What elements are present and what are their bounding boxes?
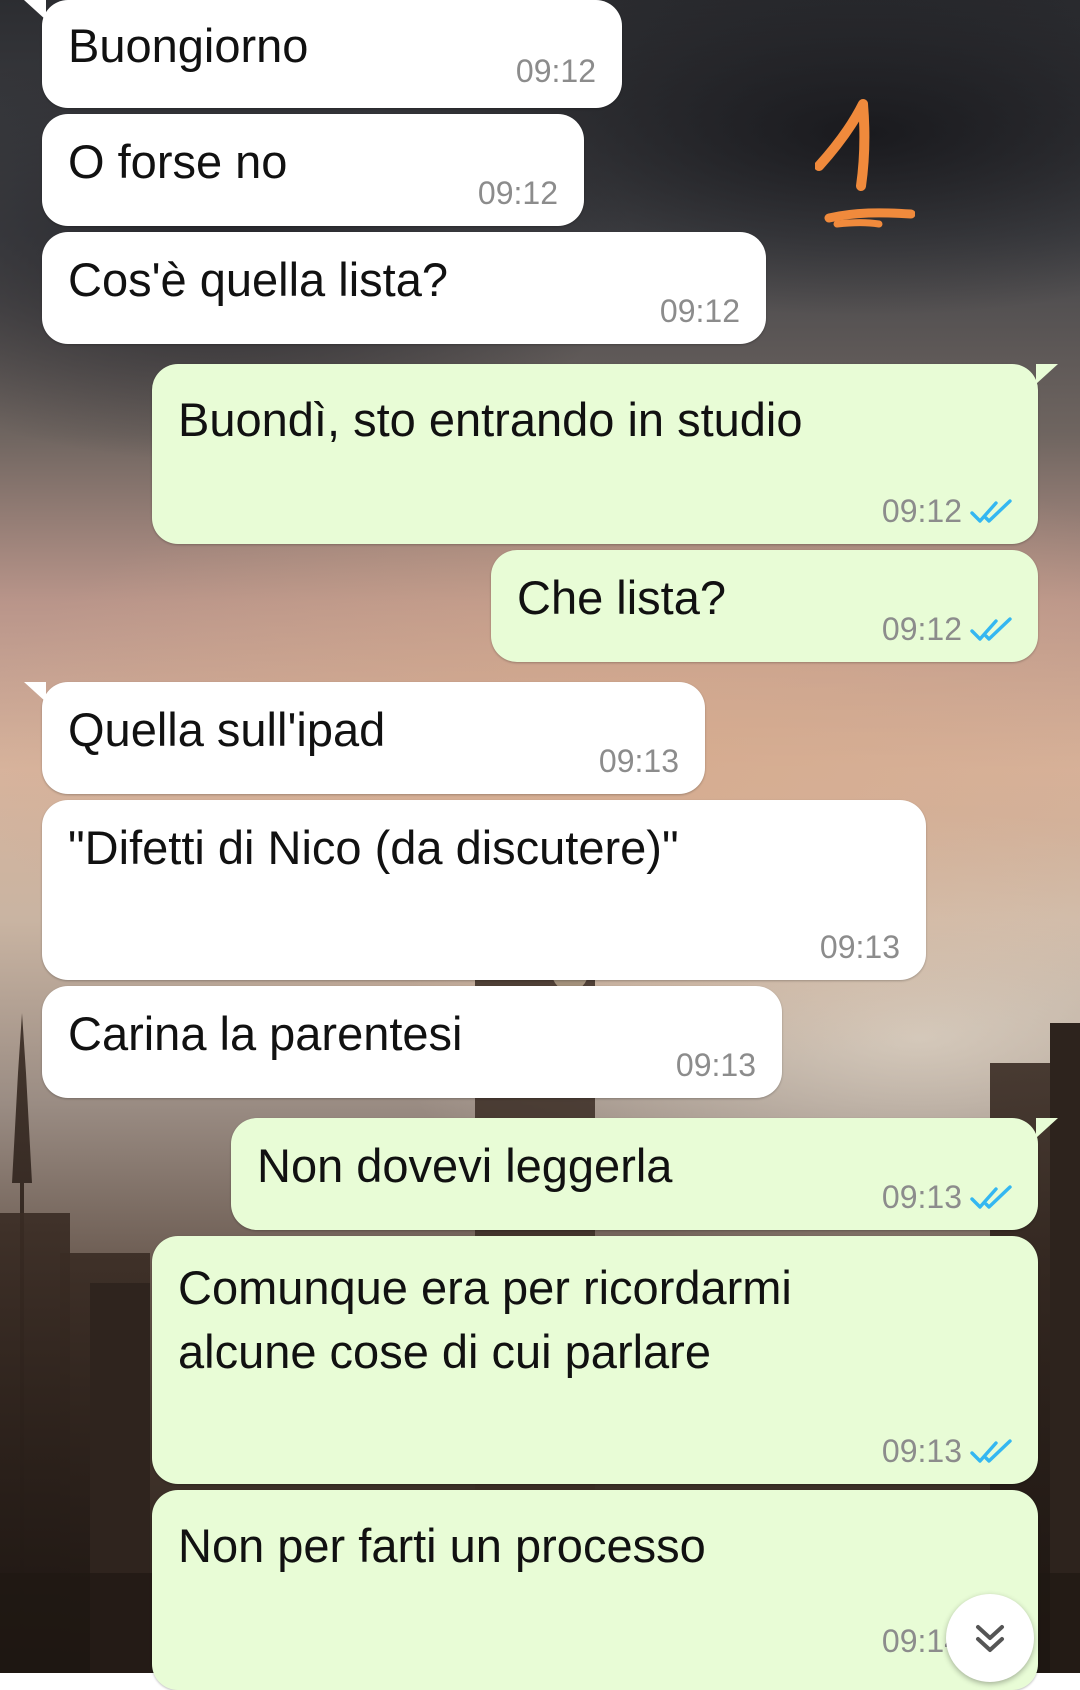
message-text: Cos'è quella lista?: [68, 253, 448, 306]
double-check-icon: [970, 616, 1012, 641]
message-text: Buondì, sto entrando in studio: [178, 393, 803, 446]
message-time: 09:13: [882, 1179, 1014, 1216]
message-bubble-outgoing[interactable]: Non dovevi leggerla 09:13: [231, 1118, 1058, 1230]
message-line: alcune cose di cui parlare: [178, 1325, 711, 1378]
timestamp: 09:13: [598, 743, 679, 779]
message-bubble-outgoing[interactable]: Comunque era per ricordarmi alcune cose …: [152, 1236, 1038, 1484]
message-text: Buongiorno: [68, 19, 309, 72]
message-text: Non per farti un processo: [178, 1519, 706, 1572]
message-line: Comunque era per ricordarmi: [178, 1261, 792, 1314]
timestamp: 09:12: [477, 175, 558, 211]
message-bubble-incoming[interactable]: Quella sull'ipad 09:13: [24, 682, 705, 794]
message-time: 09:13: [676, 1047, 756, 1084]
message-bubble-outgoing[interactable]: Che lista? 09:12: [491, 550, 1038, 662]
message-time: 09:12: [882, 493, 1014, 530]
timestamp: 09:13: [881, 1433, 962, 1469]
message-bubble-incoming[interactable]: Buongiorno 09:12: [24, 0, 622, 108]
message-time: 09:12: [516, 53, 596, 90]
message-time: 09:12: [478, 175, 558, 212]
timestamp: 09:12: [881, 611, 962, 647]
message-bubble-incoming[interactable]: Carina la parentesi 09:13: [42, 986, 782, 1098]
message-text: Non dovevi leggerla: [257, 1139, 673, 1192]
message-text: Che lista?: [517, 571, 726, 624]
message-text: Comunque era per ricordarmi alcune cose …: [178, 1256, 792, 1384]
double-check-icon: [970, 1438, 1012, 1463]
message-bubble-outgoing[interactable]: Buondì, sto entrando in studio 09:12: [152, 364, 1058, 544]
message-text: "Difetti di Nico (da discutere)": [68, 821, 679, 874]
message-time: 09:12: [660, 293, 740, 330]
message-time: 09:12: [882, 611, 1014, 648]
scroll-to-bottom-button[interactable]: [946, 1594, 1034, 1682]
timestamp: 09:12: [881, 493, 962, 529]
double-check-icon: [970, 1184, 1012, 1209]
double-chevron-down-icon: [976, 1625, 1004, 1652]
timestamp: 09:13: [881, 1179, 962, 1215]
message-bubble-incoming[interactable]: "Difetti di Nico (da discutere)" 09:13: [42, 800, 926, 980]
message-bubble-incoming[interactable]: Cos'è quella lista? 09:12: [42, 232, 766, 344]
message-text: Quella sull'ipad: [68, 703, 386, 756]
message-time: 09:13: [599, 743, 679, 780]
timestamp: 09:12: [515, 53, 596, 89]
message-bubble-incoming[interactable]: O forse no 09:12: [42, 114, 584, 226]
message-time: 09:13: [820, 929, 900, 966]
double-check-icon: [970, 498, 1012, 523]
annotation-number-one: [815, 99, 915, 228]
timestamp: 09:13: [675, 1047, 756, 1083]
message-text: Carina la parentesi: [68, 1007, 463, 1060]
message-time: 09:13: [882, 1433, 1014, 1470]
timestamp: 09:13: [819, 929, 900, 965]
message-text: O forse no: [68, 135, 288, 188]
timestamp: 09:12: [659, 293, 740, 329]
message-bubble-outgoing[interactable]: Non per farti un processo 09:14: [152, 1490, 1038, 1690]
